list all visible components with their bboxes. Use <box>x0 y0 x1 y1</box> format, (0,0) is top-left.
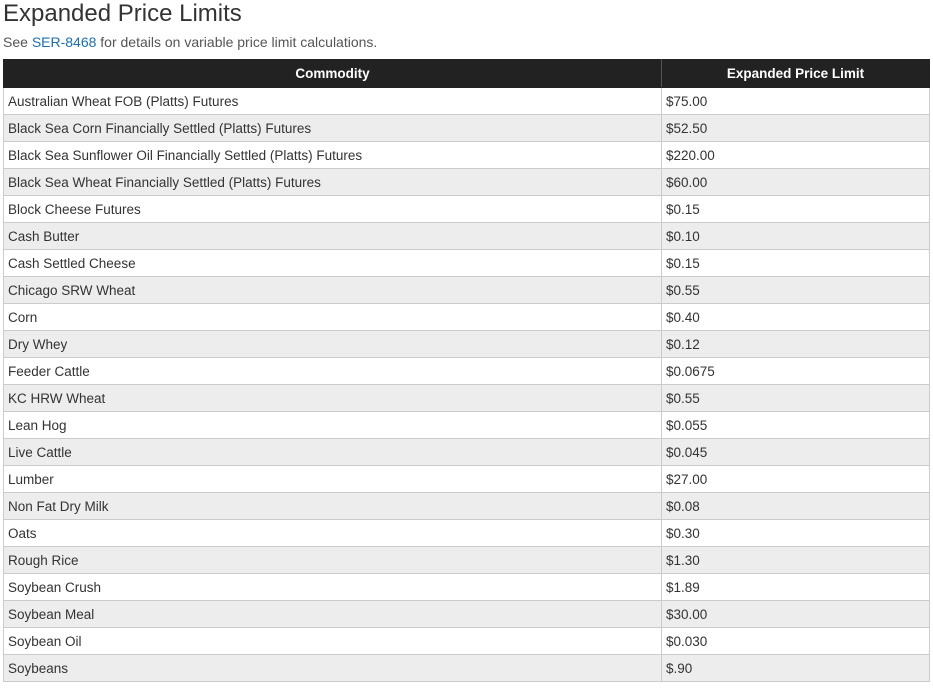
price-limit-cell: $0.045 <box>661 438 930 466</box>
table-row: Cash Settled Cheese $0.15 <box>3 249 930 277</box>
header-commodity: Commodity <box>3 59 662 88</box>
price-limit-cell: $0.0675 <box>661 357 930 385</box>
price-limit-cell: $0.55 <box>661 276 930 304</box>
commodity-cell: Australian Wheat FOB (Platts) Futures <box>3 87 662 115</box>
price-limit-cell: $0.055 <box>661 411 930 439</box>
price-limit-cell: $0.55 <box>661 384 930 412</box>
price-limit-cell: $220.00 <box>661 141 930 169</box>
commodity-cell: Soybean Meal <box>3 600 662 628</box>
commodity-cell: Lean Hog <box>3 411 662 439</box>
price-limit-cell: $27.00 <box>661 465 930 493</box>
intro-suffix: for details on variable price limit calc… <box>96 34 378 50</box>
price-limit-cell: $75.00 <box>661 87 930 115</box>
commodity-cell: Live Cattle <box>3 438 662 466</box>
table-row: Cash Butter $0.10 <box>3 222 930 250</box>
price-limit-cell: $0.030 <box>661 627 930 655</box>
commodity-cell: Soybean Oil <box>3 627 662 655</box>
page: Expanded Price Limits See SER-8468 for d… <box>0 0 933 689</box>
commodity-cell: Black Sea Wheat Financially Settled (Pla… <box>3 168 662 196</box>
price-limit-cell: $1.89 <box>661 573 930 601</box>
header-expanded-price-limit: Expanded Price Limit <box>661 59 930 88</box>
table-row: Black Sea Corn Financially Settled (Plat… <box>3 114 930 142</box>
table-row: Lumber $27.00 <box>3 465 930 493</box>
price-limit-cell: $0.15 <box>661 195 930 223</box>
intro-prefix: See <box>3 34 32 50</box>
table-row: Lean Hog $0.055 <box>3 411 930 439</box>
ser-link[interactable]: SER-8468 <box>32 34 97 50</box>
price-limit-cell: $0.08 <box>661 492 930 520</box>
price-limit-cell: $1.30 <box>661 546 930 574</box>
price-limit-cell: $0.12 <box>661 330 930 358</box>
table-row: Corn $0.40 <box>3 303 930 331</box>
commodity-cell: Lumber <box>3 465 662 493</box>
price-limit-cell: $.90 <box>661 654 930 682</box>
commodity-cell: KC HRW Wheat <box>3 384 662 412</box>
commodity-cell: Chicago SRW Wheat <box>3 276 662 304</box>
commodity-cell: Soybean Crush <box>3 573 662 601</box>
table-row: Feeder Cattle $0.0675 <box>3 357 930 385</box>
commodity-cell: Oats <box>3 519 662 547</box>
table-row: Black Sea Wheat Financially Settled (Pla… <box>3 168 930 196</box>
commodity-cell: Dry Whey <box>3 330 662 358</box>
table-row: Non Fat Dry Milk $0.08 <box>3 492 930 520</box>
table-row: Oats $0.30 <box>3 519 930 547</box>
table-row: Australian Wheat FOB (Platts) Futures $75… <box>3 87 930 115</box>
price-limit-cell: $60.00 <box>661 168 930 196</box>
commodity-cell: Feeder Cattle <box>3 357 662 385</box>
table-row: Chicago SRW Wheat $0.55 <box>3 276 930 304</box>
commodity-cell: Rough Rice <box>3 546 662 574</box>
commodity-cell: Block Cheese Futures <box>3 195 662 223</box>
table-row: Black Sea Sunflower Oil Financially Sett… <box>3 141 930 169</box>
commodity-cell: Cash Butter <box>3 222 662 250</box>
table-row: Dry Whey $0.12 <box>3 330 930 358</box>
page-title: Expanded Price Limits <box>3 0 242 27</box>
table-row: Soybean Oil $0.030 <box>3 627 930 655</box>
table-row: Soybean Crush $1.89 <box>3 573 930 601</box>
table-row: Live Cattle $0.045 <box>3 438 930 466</box>
commodity-cell: Soybeans <box>3 654 662 682</box>
price-limit-cell: $0.15 <box>661 249 930 277</box>
price-limit-cell: $30.00 <box>661 600 930 628</box>
commodity-cell: Black Sea Corn Financially Settled (Plat… <box>3 114 662 142</box>
commodity-cell: Black Sea Sunflower Oil Financially Sett… <box>3 141 662 169</box>
table-row: Soybean Meal $30.00 <box>3 600 930 628</box>
price-limits-table: Commodity Expanded Price Limit Australia… <box>3 59 930 682</box>
intro-text: See SER-8468 for details on variable pri… <box>3 33 377 51</box>
commodity-cell: Non Fat Dry Milk <box>3 492 662 520</box>
table-row: Rough Rice $1.30 <box>3 546 930 574</box>
commodity-cell: Corn <box>3 303 662 331</box>
price-limit-cell: $0.30 <box>661 519 930 547</box>
table-row: Block Cheese Futures $0.15 <box>3 195 930 223</box>
table-header-row: Commodity Expanded Price Limit <box>3 59 930 88</box>
price-limit-cell: $52.50 <box>661 114 930 142</box>
price-limit-cell: $0.40 <box>661 303 930 331</box>
table-row: KC HRW Wheat $0.55 <box>3 384 930 412</box>
commodity-cell: Cash Settled Cheese <box>3 249 662 277</box>
price-limit-cell: $0.10 <box>661 222 930 250</box>
table-row: Soybeans $.90 <box>3 654 930 682</box>
